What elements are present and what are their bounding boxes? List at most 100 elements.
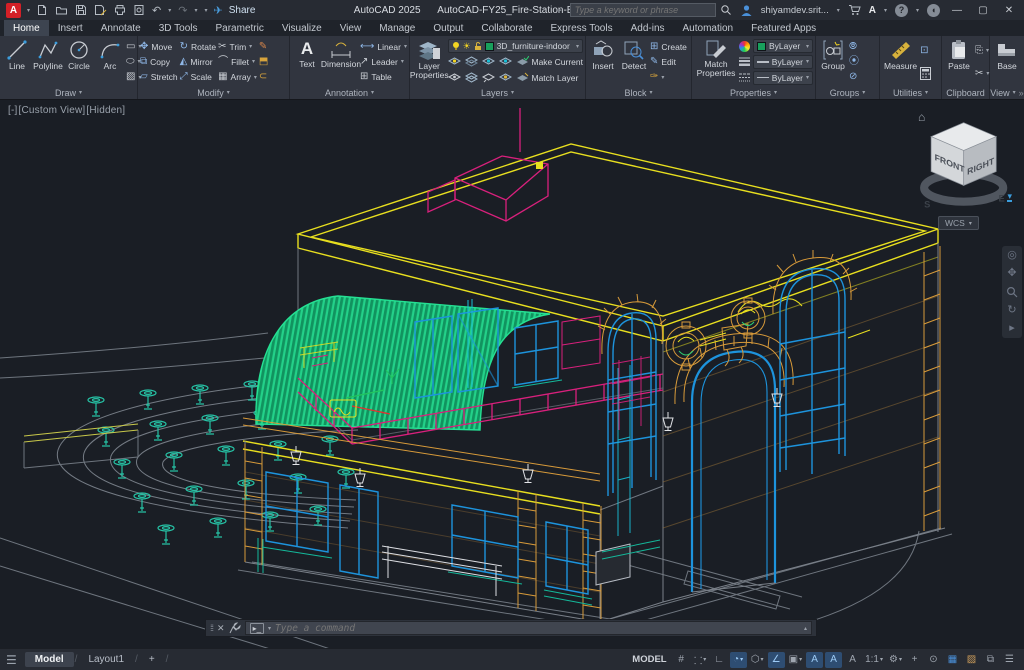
search-icon[interactable] [720, 4, 732, 16]
layer-unlock-tool-icon[interactable] [498, 72, 512, 83]
account-caret-icon[interactable]: ▾ [837, 7, 840, 14]
layer-off-icon[interactable] [447, 56, 461, 67]
tab-annotate[interactable]: Annotate [92, 20, 150, 36]
search-input[interactable] [569, 3, 716, 17]
tab-home[interactable]: Home [4, 20, 49, 36]
viewport-menu-control[interactable]: [-] [8, 105, 18, 116]
model-tab[interactable]: Model [24, 652, 74, 667]
make-current-button[interactable]: Make Current [516, 54, 583, 69]
tab-automation[interactable]: Automation [674, 20, 743, 36]
app-menu-button[interactable]: A [6, 2, 21, 18]
qat-customize-caret-icon[interactable]: ▾ [204, 7, 207, 14]
quick-calc-button[interactable] [920, 66, 932, 81]
workspace-switching-button[interactable]: ⚙ ▾ [887, 652, 904, 668]
clean-screen-button[interactable]: ⧉ [982, 652, 999, 668]
layer-lock-icon[interactable] [498, 56, 512, 67]
model-space-toggle[interactable]: MODEL [632, 654, 666, 665]
group-edit-button[interactable]: ⦿ [849, 54, 859, 69]
move-button[interactable]: ✥ Move [140, 39, 178, 54]
measure-button[interactable]: Measure [882, 38, 919, 86]
view-control[interactable]: [Custom View] [19, 105, 86, 116]
layer-isolate-icon[interactable] [464, 56, 478, 67]
group-button[interactable]: Group [818, 38, 848, 86]
command-close-icon[interactable]: ✕ [217, 623, 225, 634]
tab-output[interactable]: Output [424, 20, 472, 36]
panel-label-annotation[interactable]: Annotation ▾ [290, 86, 409, 99]
command-expand-icon[interactable]: ▴ [804, 625, 807, 632]
viewcube-east-label[interactable]: E [999, 194, 1005, 204]
match-properties-button[interactable]: Match Properties [694, 38, 738, 86]
create-block-button[interactable]: ⊞ Create [650, 39, 687, 54]
redo-caret-icon[interactable]: ▾ [194, 7, 197, 14]
drawing-canvas[interactable] [0, 100, 1024, 648]
panel-label-draw[interactable]: Draw ▾ [0, 86, 137, 99]
pan-icon[interactable]: ✥ [1007, 268, 1016, 279]
ungroup-button[interactable]: ⦾ [849, 39, 859, 54]
layer-walk-icon[interactable] [447, 72, 461, 83]
trim-button[interactable]: ✂ Trim ▾ [218, 39, 257, 54]
close-button[interactable]: ✕ [1000, 5, 1018, 16]
layout1-tab[interactable]: Layout1 [78, 652, 134, 667]
annotation-monitor-button[interactable]: + [906, 652, 923, 668]
tab-parametric[interactable]: Parametric [206, 20, 272, 36]
tab-featured-apps[interactable]: Featured Apps [742, 20, 825, 36]
panel-label-modify[interactable]: Modify ▾ [138, 86, 289, 99]
assistant-icon[interactable]: ◖ [927, 3, 940, 17]
command-grip-handle[interactable]: ⁞⁞ [210, 623, 214, 633]
quick-select-button[interactable]: ⊡ [920, 43, 931, 58]
command-input[interactable] [275, 622, 800, 634]
annotation-visibility-toggle[interactable]: A [806, 651, 824, 668]
annotation-scale-value[interactable]: 1:1 ▾ [863, 652, 885, 668]
search-expand-icon[interactable]: ▸ [558, 6, 562, 14]
arc-button[interactable]: Arc [95, 38, 125, 86]
tab-insert[interactable]: Insert [49, 20, 92, 36]
group-selection-button[interactable]: ⊘ [849, 70, 859, 85]
undo-icon[interactable]: ↶ [152, 4, 161, 17]
leader-button[interactable]: ↗ Leader ▾ [360, 54, 407, 69]
ribbon-overflow[interactable]: » [1019, 88, 1024, 98]
attributes-button[interactable]: ✑ ▾ [650, 70, 687, 85]
customize-statusbar-button[interactable]: ☰ [1001, 652, 1018, 668]
tab-view[interactable]: View [331, 20, 371, 36]
panel-label-properties[interactable]: Properties ▾ [692, 86, 815, 99]
plot-icon[interactable] [114, 4, 126, 16]
panel-label-groups[interactable]: Groups ▾ [816, 86, 879, 99]
object-snap-toggle[interactable]: ▣ ▾ [787, 652, 804, 668]
account-name[interactable]: shiyamdev.srit... [761, 5, 829, 16]
fillet-button[interactable]: ⌒ Fillet ▾ [218, 54, 257, 69]
insert-block-button[interactable]: Insert [588, 38, 618, 86]
array-button[interactable]: ▦ Array ▾ [218, 70, 257, 85]
layer-prev-icon[interactable] [481, 72, 495, 83]
tab-3d-tools[interactable]: 3D Tools [150, 20, 207, 36]
cart-icon[interactable] [848, 4, 861, 16]
app-menu-caret-icon[interactable]: ▾ [27, 7, 30, 14]
panel-label-layers[interactable]: Layers ▾ [410, 86, 585, 99]
polar-tracking-toggle[interactable]: ◔ ▾ [729, 651, 747, 668]
new-file-icon[interactable] [36, 4, 48, 16]
new-layout-button[interactable]: + [139, 652, 165, 667]
line-button[interactable]: Line [2, 38, 32, 86]
cut-clip-button[interactable]: ✂ ▾ [975, 66, 989, 81]
rotate-button[interactable]: ↻ Rotate [180, 39, 216, 54]
autodesk-caret-icon[interactable]: ▾ [884, 7, 887, 14]
isodraft-toggle[interactable]: ⬡ ▾ [749, 652, 766, 668]
autodesk-apps-button[interactable]: A [869, 5, 876, 16]
visual-style-control[interactable]: [Hidden] [86, 105, 125, 116]
share-button[interactable]: Share [229, 5, 256, 16]
graphics-performance-button[interactable]: ▦ [944, 652, 961, 668]
layer-properties-button[interactable]: Layer Properties [410, 38, 449, 86]
print-preview-icon[interactable] [133, 4, 145, 16]
tab-manage[interactable]: Manage [370, 20, 424, 36]
maximize-button[interactable]: ▢ [974, 5, 992, 16]
zoom-icon[interactable] [1006, 286, 1018, 298]
grid-toggle[interactable]: # [673, 652, 690, 668]
full-navigation-wheel-icon[interactable]: ◎ [1007, 250, 1017, 261]
layout-menu-icon[interactable]: ☰ [6, 653, 17, 667]
explode-button[interactable]: ⬒ [259, 54, 268, 69]
lineweight-dropdown[interactable]: ByLayer ▾ [753, 54, 813, 69]
share-plane-icon[interactable]: ✈ [214, 4, 223, 17]
minimize-button[interactable]: — [948, 5, 966, 16]
detect-button[interactable]: Detect [619, 38, 649, 86]
recent-commands-caret-icon[interactable]: ▾ [268, 625, 271, 632]
showmotion-icon[interactable]: ▸ [1009, 323, 1015, 334]
